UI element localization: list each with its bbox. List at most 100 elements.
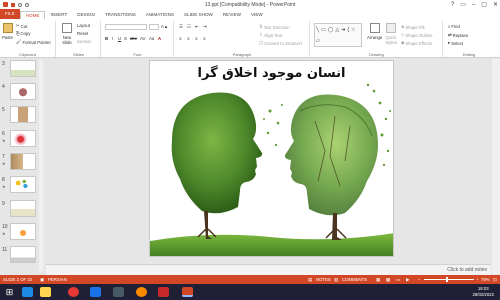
normal-view-icon[interactable]: ▦ — [376, 277, 380, 283]
thumbnail-row[interactable]: 5 — [0, 105, 44, 125]
help-icon[interactable]: ? — [451, 2, 454, 8]
comments-button[interactable]: COMMENTS — [342, 277, 367, 282]
thumbnail-row[interactable]: 9 — [0, 199, 44, 219]
slide-thumbnail[interactable] — [10, 200, 36, 217]
bullets-icon[interactable]: ☰ — [179, 24, 183, 30]
notes-pane[interactable]: Click to add notes — [46, 264, 491, 275]
telegram-icon[interactable] — [22, 287, 33, 297]
font-color-button[interactable]: A — [158, 36, 161, 41]
tab-view[interactable]: VIEW — [246, 11, 268, 19]
shape-outline-button[interactable]: ◇ Shape Outline — [401, 32, 433, 38]
editor-scrollbar[interactable] — [492, 59, 500, 274]
slide-thumbnail[interactable] — [10, 153, 36, 170]
indent-icon[interactable]: ⇤ — [195, 24, 199, 30]
thumbnail-row[interactable]: 11 — [0, 245, 44, 265]
chrome-icon[interactable] — [68, 287, 79, 297]
tab-file[interactable]: FILE — [0, 9, 20, 19]
text-direction-button[interactable]: ⇅ Text Direction — [259, 24, 290, 30]
bold-button[interactable]: B — [105, 36, 108, 41]
thumbnail-row[interactable]: 6 ★ — [0, 129, 44, 149]
font-size-dropdown[interactable] — [149, 24, 159, 30]
zoom-out-icon[interactable]: – — [418, 277, 420, 282]
tab-review[interactable]: REVIEW — [218, 11, 246, 19]
align-text-button[interactable]: ⇳ Align Text — [259, 32, 282, 38]
tab-transitions[interactable]: TRANSITIONS — [100, 11, 141, 19]
powerpoint-taskbar-icon[interactable] — [182, 287, 193, 297]
slide-sorter-icon[interactable]: ▩ — [386, 277, 390, 283]
find-button[interactable]: ⌕ Find — [448, 24, 460, 29]
section-button[interactable]: Section — [77, 39, 91, 44]
tab-insert[interactable]: INSERT — [45, 11, 72, 19]
layout-button[interactable]: Layout — [77, 23, 90, 28]
firefox-icon[interactable] — [136, 287, 147, 297]
close-icon[interactable]: ✕ — [493, 1, 498, 8]
ribbon-display-icon[interactable]: ▭ — [460, 1, 466, 8]
notes-button[interactable]: NOTES — [316, 277, 331, 282]
align-center-icon[interactable]: ≡ — [187, 36, 190, 41]
outdent-icon[interactable]: ⇥ — [203, 24, 207, 30]
reading-view-icon[interactable]: ▭ — [396, 277, 400, 283]
convert-smartart-button[interactable]: ◫ Convert to SmartArt — [259, 40, 302, 46]
font-name-dropdown[interactable] — [105, 24, 147, 30]
file-explorer-icon[interactable] — [40, 287, 51, 297]
shapes-gallery[interactable]: ╲ ▭ ◯ △ ➔{☆ ▱ — [314, 23, 362, 47]
tab-slide-show[interactable]: SLIDE SHOW — [179, 11, 218, 19]
select-button[interactable]: ▸ Select — [448, 40, 463, 46]
fit-slide-icon[interactable]: ⊡ — [493, 277, 497, 283]
pdf-reader-icon[interactable] — [158, 287, 169, 297]
thumbnail-row[interactable]: 4 — [0, 82, 44, 102]
cut-button[interactable]: ✂ Cut — [16, 23, 27, 29]
windows-start-icon[interactable]: ⊞ — [4, 287, 15, 297]
comments-icon[interactable]: ▥ — [334, 277, 338, 283]
grow-font-icon[interactable]: A▲ — [161, 24, 168, 29]
current-slide[interactable]: انسان موجود اخلاق گرا — [149, 60, 394, 257]
quick-styles-button[interactable]: Quick Styles — [384, 23, 398, 45]
copy-button[interactable]: ⎘ Copy — [16, 31, 30, 36]
slide-thumbnail[interactable] — [10, 106, 36, 123]
thumbnail-scrollbar[interactable] — [39, 60, 43, 272]
format-painter-button[interactable]: 🖌 Format Painter — [16, 39, 51, 45]
minimize-icon[interactable]: – — [472, 2, 475, 8]
shape-fill-button[interactable]: ◈ Shape Fill — [401, 24, 424, 30]
zoom-slider-thumb[interactable] — [446, 277, 448, 282]
justify-icon[interactable]: ≡ — [203, 36, 206, 41]
replace-button[interactable]: ⇄ Replace — [448, 32, 468, 38]
align-left-icon[interactable]: ≡ — [179, 36, 182, 41]
maximize-icon[interactable]: ▢ — [481, 1, 487, 8]
system-clock[interactable]: 18:03 28/02/2022 — [472, 286, 494, 298]
underline-button[interactable]: U — [118, 36, 121, 41]
app-icon[interactable] — [113, 287, 124, 297]
slide-thumbnail[interactable] — [10, 176, 36, 193]
italic-button[interactable]: I — [112, 36, 113, 41]
thumbnail-row[interactable]: 8 ★ — [0, 175, 44, 195]
notes-icon[interactable]: ▤ — [308, 277, 312, 283]
reset-button[interactable]: Reset — [77, 31, 88, 36]
char-spacing-button[interactable]: AV — [140, 36, 145, 41]
slide-thumbnail[interactable] — [10, 60, 36, 77]
slide-thumbnail[interactable] — [10, 246, 36, 263]
strikethrough-button[interactable]: abc — [130, 36, 137, 41]
new-slide-button[interactable]: New Slide — [59, 23, 75, 45]
tab-design[interactable]: DESIGN — [72, 11, 100, 19]
thumbnail-row[interactable]: 10 ★ — [0, 222, 44, 242]
shadow-button[interactable]: S — [124, 36, 127, 41]
thumbnail-row[interactable]: 3 — [0, 59, 44, 79]
tab-home[interactable]: HOME — [19, 11, 46, 19]
slide-thumbnail[interactable] — [10, 223, 36, 240]
arrange-button[interactable]: Arrange — [367, 23, 382, 40]
spellcheck-icon[interactable]: ▣ — [40, 277, 44, 283]
slideshow-icon[interactable]: ▶ — [406, 277, 409, 283]
tree-heads-picture[interactable] — [150, 61, 394, 257]
language-indicator[interactable]: PERSIAN — [48, 277, 67, 282]
tab-animations[interactable]: ANIMATIONS — [141, 11, 179, 19]
slide-thumbnail[interactable] — [10, 83, 36, 100]
shape-effects-button[interactable]: ◆ Shape Effects — [401, 40, 432, 46]
change-case-button[interactable]: Aa — [149, 36, 154, 41]
slide-thumbnail[interactable] — [10, 130, 36, 147]
zoom-level[interactable]: 78% — [481, 277, 490, 282]
thumbnail-row[interactable]: 7 ★ — [0, 152, 44, 172]
align-right-icon[interactable]: ≡ — [195, 36, 198, 41]
numbering-icon[interactable]: ☷ — [187, 24, 191, 30]
paste-button[interactable]: Paste — [2, 23, 13, 40]
zoom-slider[interactable] — [424, 279, 474, 280]
